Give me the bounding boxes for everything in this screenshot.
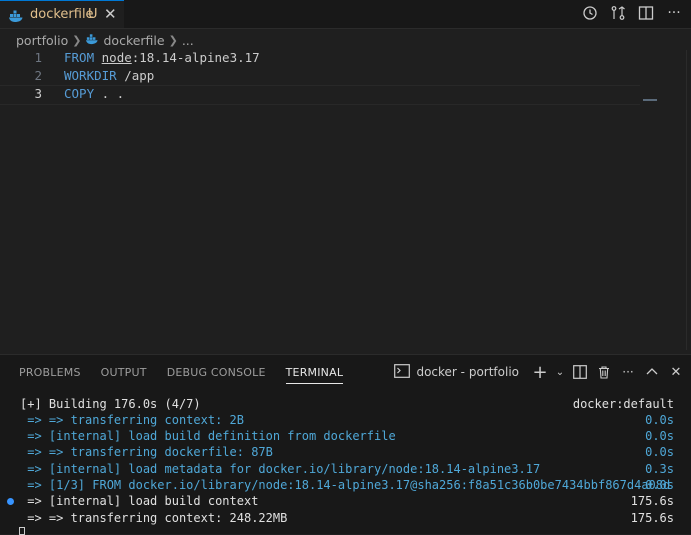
docker-icon bbox=[8, 8, 24, 22]
terminal-line: => [internal] load metadata for docker.i… bbox=[20, 462, 674, 476]
more-actions-icon[interactable]: ··· bbox=[619, 363, 637, 381]
close-icon[interactable]: ✕ bbox=[104, 5, 117, 23]
terminal-cursor bbox=[19, 527, 25, 535]
terminal-line: => [1/3] FROM docker.io/library/node:18.… bbox=[20, 478, 674, 492]
more-actions-icon[interactable]: ··· bbox=[665, 4, 683, 22]
compare-changes-icon[interactable] bbox=[609, 4, 627, 22]
line-number: 2 bbox=[34, 68, 42, 83]
code-line[interactable]: 1 FROM node:18.14-alpine3.17 bbox=[0, 50, 640, 68]
new-terminal-icon[interactable]: + bbox=[531, 362, 549, 383]
bottom-panel: PROBLEMS OUTPUT DEBUG CONSOLE TERMINAL d… bbox=[0, 354, 691, 535]
chevron-down-icon[interactable]: ⌄ bbox=[555, 363, 565, 381]
panel-actions: docker - portfolio + ⌄ ··· ✕ bbox=[394, 362, 685, 383]
tab-filename: dockerfile bbox=[30, 7, 94, 22]
timeline-icon[interactable] bbox=[581, 4, 599, 22]
breadcrumb-file[interactable]: dockerfile bbox=[103, 33, 164, 48]
code-editor[interactable]: 1 FROM node:18.14-alpine3.17 2 WORKDIR /… bbox=[0, 50, 691, 352]
tab-output[interactable]: OUTPUT bbox=[101, 366, 147, 384]
keyword: WORKDIR bbox=[64, 68, 117, 83]
keyword: FROM bbox=[64, 50, 95, 65]
terminal-icon bbox=[394, 363, 411, 381]
split-editor-icon[interactable] bbox=[637, 4, 655, 22]
terminal-line: => [internal] load build definition from… bbox=[20, 429, 674, 443]
keyword: COPY bbox=[64, 86, 95, 101]
terminal-line: => => transferring context: 248.22MB 175.… bbox=[20, 511, 674, 525]
terminal-selector[interactable]: docker - portfolio bbox=[394, 363, 519, 381]
editor-tab-bar: dockerfile U ✕ ··· bbox=[0, 0, 691, 29]
terminal-name: docker - portfolio bbox=[416, 365, 519, 379]
close-panel-icon[interactable]: ✕ bbox=[667, 363, 685, 381]
terminal-line: [+] Building 176.0s (4/7) docker:default bbox=[20, 397, 674, 411]
breadcrumb-more[interactable]: ... bbox=[182, 33, 194, 48]
terminal-line: => => transferring dockerfile: 87B 0.0s bbox=[20, 445, 674, 459]
tab-problems[interactable]: PROBLEMS bbox=[19, 366, 81, 384]
tab-debug-console[interactable]: DEBUG CONSOLE bbox=[167, 366, 266, 384]
code-line-current[interactable]: 3 COPY . . bbox=[0, 85, 640, 105]
panel-tabs: PROBLEMS OUTPUT DEBUG CONSOLE TERMINAL bbox=[19, 366, 363, 384]
terminal-line: => => transferring context: 2B 0.0s bbox=[20, 413, 674, 427]
tab-terminal[interactable]: TERMINAL bbox=[285, 366, 344, 384]
breadcrumb: portfolio ❯ dockerfile ❯ ... bbox=[16, 31, 194, 49]
code-line[interactable]: 2 WORKDIR /app bbox=[0, 68, 640, 86]
terminal-line: => [internal] load build context 175.6s bbox=[20, 494, 674, 508]
untracked-badge: U bbox=[88, 7, 98, 22]
editor-scrollbar[interactable] bbox=[686, 50, 691, 350]
line-number: 1 bbox=[34, 50, 42, 65]
docker-icon bbox=[85, 33, 99, 48]
split-terminal-icon[interactable] bbox=[571, 363, 589, 381]
chevron-right-icon: ❯ bbox=[168, 33, 178, 47]
command-decoration-icon[interactable] bbox=[7, 498, 14, 505]
image-name: node bbox=[101, 50, 132, 65]
maximize-panel-icon[interactable] bbox=[643, 363, 661, 381]
breadcrumb-folder[interactable]: portfolio bbox=[16, 33, 68, 48]
tab-dockerfile[interactable]: dockerfile U ✕ bbox=[0, 0, 124, 28]
trash-icon[interactable] bbox=[595, 363, 613, 381]
chevron-right-icon: ❯ bbox=[72, 33, 82, 47]
line-number: 3 bbox=[34, 86, 42, 101]
minimap[interactable] bbox=[643, 99, 657, 101]
